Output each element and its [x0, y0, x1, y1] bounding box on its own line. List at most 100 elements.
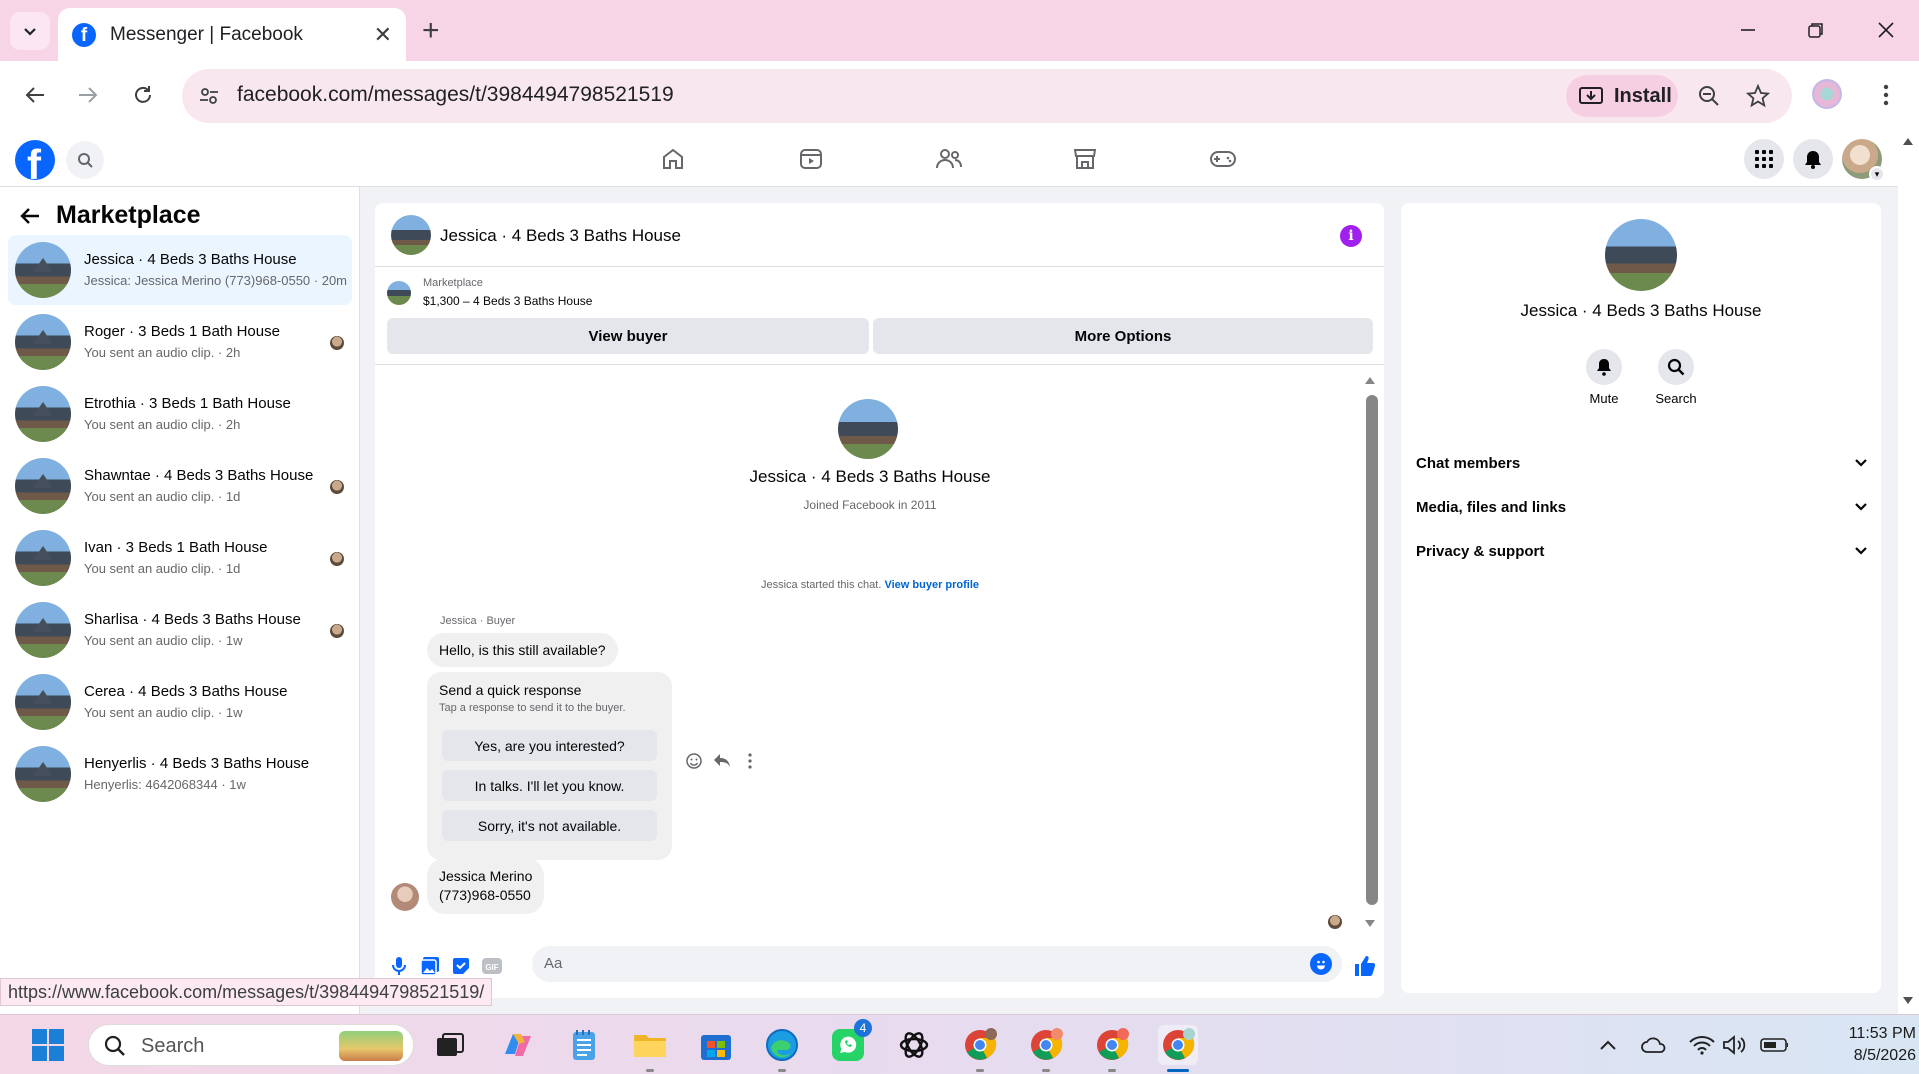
page-scrollbar[interactable]	[1898, 129, 1919, 1014]
nav-marketplace[interactable]	[1063, 141, 1107, 177]
chrome-profile-3-button[interactable]	[1092, 1025, 1132, 1065]
zoom-button[interactable]	[1694, 81, 1724, 111]
back-arrow-icon[interactable]	[20, 207, 40, 225]
conversation-item[interactable]: Etrothia · 3 Beds 1 Bath House You sent …	[8, 379, 352, 449]
new-tab-button[interactable]: +	[422, 14, 440, 48]
conversation-item[interactable]: Roger · 3 Beds 1 Bath House You sent an …	[8, 307, 352, 377]
quick-response-button[interactable]: Yes, are you interested?	[442, 730, 657, 761]
start-button[interactable]	[28, 1025, 68, 1065]
taskbar-search[interactable]: Search	[88, 1024, 414, 1066]
quick-response-button[interactable]: Sorry, it's not available.	[442, 810, 657, 841]
emoji-button[interactable]	[1310, 953, 1332, 975]
chat-scrollbar-thumb[interactable]	[1366, 395, 1378, 905]
conversation-name: Henyerlis · 4 Beds 3 Baths House	[84, 755, 310, 772]
message-bubble[interactable]: Jessica Merino (773)968-0550	[427, 858, 545, 914]
windows-logo-icon	[32, 1029, 64, 1061]
nav-video[interactable]	[789, 141, 833, 177]
battery-button[interactable]	[1760, 1031, 1788, 1059]
volume-button[interactable]	[1720, 1031, 1748, 1059]
menu-button[interactable]	[1744, 139, 1784, 179]
address-bar[interactable]: facebook.com/messages/t/3984494798521519…	[182, 69, 1792, 123]
reload-icon	[135, 86, 151, 103]
privacy-support-section[interactable]: Privacy & support	[1416, 533, 1868, 569]
chat-title[interactable]: Jessica · 4 Beds 3 Baths House	[440, 226, 681, 246]
conversation-item[interactable]: Henyerlis · 4 Beds 3 Baths House Henyerl…	[8, 739, 352, 809]
bell-icon	[1805, 151, 1821, 169]
back-button[interactable]	[15, 75, 55, 115]
nav-friends[interactable]	[927, 141, 971, 177]
conversation-item[interactable]: Jessica · 4 Beds 3 Baths House Jessica: …	[8, 235, 352, 305]
reload-button[interactable]	[123, 75, 163, 115]
browser-menu-button[interactable]	[1866, 75, 1906, 115]
facebook-logo[interactable]: f	[15, 140, 55, 180]
whatsapp-button[interactable]: 4	[828, 1019, 872, 1065]
microsoft-store-button[interactable]	[696, 1025, 736, 1065]
sender-avatar[interactable]	[391, 883, 419, 911]
copilot-button[interactable]	[498, 1025, 538, 1065]
file-explorer-button[interactable]	[630, 1025, 670, 1065]
more-vertical-icon	[1883, 84, 1889, 106]
gif-button[interactable]: GIF	[481, 955, 503, 977]
message-more-button[interactable]	[740, 751, 760, 771]
running-indicator	[778, 1069, 786, 1072]
media-files-links-section[interactable]: Media, files and links	[1416, 489, 1868, 525]
tab-search-dropdown-button[interactable]	[10, 12, 50, 50]
onedrive-button[interactable]	[1640, 1031, 1668, 1059]
profile-button[interactable]	[1812, 79, 1842, 109]
divider	[375, 364, 1384, 365]
conversation-item[interactable]: Ivan · 3 Beds 1 Bath House You sent an a…	[8, 523, 352, 593]
view-buyer-button[interactable]: View buyer	[387, 318, 869, 354]
nav-home[interactable]	[651, 141, 695, 177]
restore-button[interactable]	[1796, 10, 1836, 50]
system-clock[interactable]: 11:53 PM 8/5/2026	[1840, 1023, 1916, 1067]
chat-header: Jessica · 4 Beds 3 Baths House i	[375, 203, 1384, 267]
wifi-button[interactable]	[1688, 1031, 1716, 1059]
chrome-profile-4-button[interactable]	[1158, 1025, 1198, 1065]
sticker-button[interactable]	[450, 955, 472, 977]
chat-avatar[interactable]	[391, 215, 431, 255]
conversation-preview: Henyerlis: 4642068344 · 1w	[84, 777, 246, 792]
chatgpt-button[interactable]	[894, 1025, 934, 1065]
minimize-button[interactable]	[1728, 10, 1768, 50]
facebook-search-button[interactable]	[66, 141, 104, 179]
edge-button[interactable]	[762, 1025, 802, 1065]
tab-close-icon[interactable]: ✕	[374, 22, 392, 48]
account-avatar[interactable]: ▾	[1842, 139, 1885, 182]
attach-photo-button[interactable]	[419, 955, 441, 977]
forward-button[interactable]	[68, 75, 108, 115]
quick-response-button[interactable]: In talks. I'll let you know.	[442, 770, 657, 801]
conversation-item[interactable]: Shawntae · 4 Beds 3 Baths House You sent…	[8, 451, 352, 521]
view-buyer-profile-link[interactable]: View buyer profile	[884, 579, 979, 591]
chat-panel: Jessica · 4 Beds 3 Baths House i Marketp…	[375, 203, 1384, 998]
chat-members-section[interactable]: Chat members	[1416, 445, 1868, 481]
profile-avatar[interactable]	[838, 399, 898, 459]
conversation-item[interactable]: Cerea · 4 Beds 3 Baths House You sent an…	[8, 667, 352, 737]
task-view-button[interactable]	[430, 1025, 470, 1065]
message-bubble[interactable]: Hello, is this still available?	[427, 633, 618, 667]
show-hidden-icons-button[interactable]	[1594, 1031, 1622, 1059]
nav-gaming[interactable]	[1201, 141, 1245, 177]
info-avatar[interactable]	[1605, 219, 1677, 291]
chrome-profile-2-button[interactable]	[1026, 1025, 1066, 1065]
message-input[interactable]: Aa	[532, 946, 1342, 982]
notifications-button[interactable]	[1793, 139, 1833, 179]
reply-button[interactable]	[712, 751, 732, 771]
more-options-button[interactable]: More Options	[873, 318, 1373, 354]
notepad-button[interactable]	[564, 1025, 604, 1065]
like-button[interactable]	[1352, 953, 1378, 979]
active-indicator	[1167, 1069, 1189, 1072]
bookmark-button[interactable]	[1743, 81, 1773, 111]
install-app-button[interactable]: Install	[1566, 75, 1678, 117]
browser-tab-messenger[interactable]: f Messenger | Facebook ✕	[58, 8, 406, 61]
react-button[interactable]	[684, 751, 704, 771]
link-preview-status: https://www.facebook.com/messages/t/3984…	[0, 978, 493, 1006]
conversation-item[interactable]: Sharlisa · 4 Beds 3 Baths House You sent…	[8, 595, 352, 665]
search-in-conversation-button[interactable]: Search	[1641, 349, 1711, 406]
voice-clip-button[interactable]	[388, 955, 410, 977]
site-settings-icon[interactable]	[196, 83, 222, 109]
mute-button[interactable]: Mute	[1569, 349, 1639, 406]
close-window-button[interactable]	[1866, 10, 1906, 50]
info-icon[interactable]: i	[1340, 225, 1362, 247]
chrome-profile-1-button[interactable]	[960, 1025, 1000, 1065]
speaker-icon	[1723, 1035, 1746, 1055]
